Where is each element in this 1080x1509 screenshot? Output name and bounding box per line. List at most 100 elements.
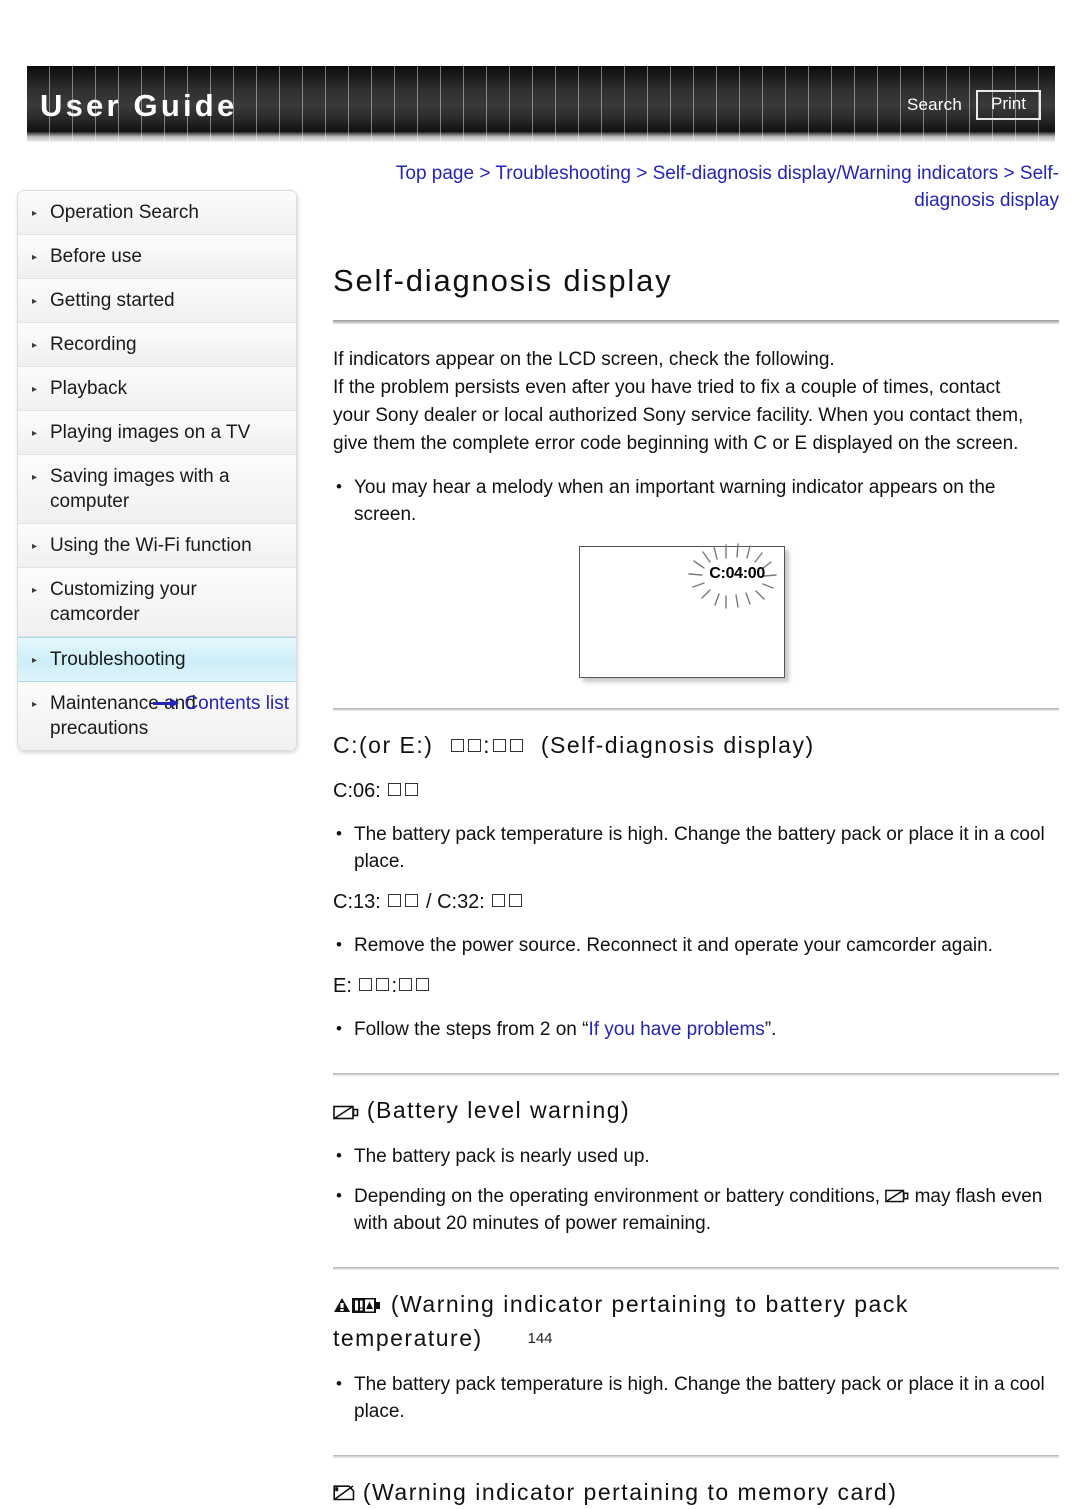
code-separator: / [425,890,432,913]
list-item: Follow the steps from 2 on “If you have … [333,1015,1059,1043]
box-glyph-icon [416,977,430,991]
sidebar-item-playing-images-on-a-tv[interactable]: Playing images on a TV [18,411,296,455]
chevron-right-icon [32,656,43,666]
chevron-right-icon [32,429,43,439]
intro-line: give them the complete error code beginn… [333,432,1019,454]
intro-line: If indicators appear on the LCD screen, … [333,348,835,370]
box-glyph-icon [388,893,402,907]
sidebar-item-label: Saving images with a computer [50,466,230,512]
box-glyph-icon [492,893,506,907]
box-glyph-icon [509,893,523,907]
title-divider [333,319,1059,324]
section-heading-memory-card-warning: (Warning indicator pertaining to memory … [333,1475,1059,1509]
sidebar-item-troubleshooting[interactable]: Troubleshooting [18,637,296,682]
box-glyph-icon [376,977,390,991]
list-item: Depending on the operating environment o… [333,1182,1059,1237]
chevron-right-icon [32,341,43,351]
arrow-right-icon [153,698,180,708]
blink-burst-icon [688,543,777,609]
contents-list-link[interactable]: Contents list [17,693,295,715]
list-item: The battery pack temperature is high. Ch… [333,820,1059,875]
box-glyph-icon [451,738,465,752]
chevron-right-icon [32,209,43,219]
sidebar-item-label: Getting started [50,290,175,311]
search-button[interactable]: Search [907,95,962,115]
section-divider [333,707,1059,711]
heading-suffix: (Self-diagnosis display) [540,731,815,758]
box-glyph-icon [359,977,373,991]
sidebar-item-playback[interactable]: Playback [18,367,296,411]
list-item: You may hear a melody when an important … [333,473,1059,528]
battery-level-bullet-list: The battery pack is nearly used up. Depe… [333,1142,1059,1237]
sidebar-item-getting-started[interactable]: Getting started [18,279,296,323]
app-title: User Guide [40,88,238,123]
section-heading-self-diagnosis: C:(or E:) : (Self-diagnosis display) [333,728,1059,762]
box-glyph-icon [493,738,507,752]
error-code-c06: C:06: [333,777,1059,805]
intro-line: your Sony dealer or local authorized Son… [333,404,1024,426]
sidebar-item-saving-images-with-a-computer[interactable]: Saving images with a computer [18,455,296,524]
battery-temperature-bullet-list: The battery pack temperature is high. Ch… [333,1370,1059,1425]
chevron-right-icon [32,385,43,395]
sidebar-item-operation-search[interactable]: Operation Search [18,191,296,235]
chevron-right-icon [32,297,43,307]
battery-empty-icon [885,1189,909,1203]
sidebar-item-using-the-wi-fi-function[interactable]: Using the Wi-Fi function [18,524,296,568]
section-divider [333,1072,1059,1076]
main-content: Top page > Troubleshooting > Self-diagno… [333,160,1059,1509]
chevron-right-icon [32,473,43,483]
intro-bullet-list: You may hear a melody when an important … [333,473,1059,528]
contents-list-label: Contents list [184,693,289,714]
sidebar-item-label: Playback [50,378,128,399]
sidebar-item-label: Using the Wi-Fi function [50,535,252,556]
chevron-right-icon [32,253,43,263]
list-item: The battery pack temperature is high. Ch… [333,1370,1059,1425]
lcd-screen-illustration: C:04:00 [579,543,785,678]
bullet-text-prefix: Follow the steps from 2 on “ [354,1018,589,1040]
sidebar-item-customizing-your-camcorder[interactable]: Customizing your camcorder [18,568,296,637]
box-glyph-icon [405,893,419,907]
print-button[interactable]: Print [976,90,1041,120]
memory-card-warning-icon [333,1485,355,1501]
bullet-text-suffix: ”. [764,1018,777,1040]
intro-paragraph: If indicators appear on the LCD screen, … [333,346,1059,458]
sidebar-item-before-use[interactable]: Before use [18,235,296,279]
sidebar-item-label: Before use [50,246,142,267]
warning-triangle-battery-icon [334,1297,380,1313]
if-you-have-problems-link[interactable]: If you have problems [588,1019,764,1040]
app-header-banner: User Guide Search Print [27,66,1055,142]
lcd-illustration-wrapper: C:04:00 [333,543,1059,678]
section-divider [333,1266,1059,1270]
lcd-error-code: C:04:00 [709,564,765,582]
page-title: Self-diagnosis display [333,263,673,298]
box-glyph-icon [405,782,419,796]
box-glyph-icon [399,977,413,991]
sidebar-item-label: Playing images on a TV [50,422,251,443]
heading-text: (Warning indicator pertaining to memory … [362,1478,898,1505]
code-text: C:06: [333,779,381,802]
sidebar-item-recording[interactable]: Recording [18,323,296,367]
breadcrumb[interactable]: Top page > Troubleshooting > Self-diagno… [333,160,1059,214]
intro-line: If the problem persists even after you h… [333,376,1001,398]
bullet-text-prefix: Depending on the operating environment o… [354,1185,881,1207]
chevron-right-icon [32,542,43,552]
code-text: E: [333,974,352,997]
header-actions: Search Print [907,90,1041,120]
heading-prefix: C:(or E:) [333,731,434,758]
list-item: Remove the power source. Reconnect it an… [333,931,1059,959]
sidebar-item-label: Troubleshooting [50,649,186,670]
box-glyph-icon [510,738,524,752]
c06-bullet-list: The battery pack temperature is high. Ch… [333,820,1059,875]
code-text: C:32: [437,890,485,913]
battery-empty-icon [333,1105,359,1120]
sidebar-item-label: Operation Search [50,202,199,223]
box-glyph-icon [468,738,482,752]
list-item: The battery pack is nearly used up. [333,1142,1059,1170]
page-number: 144 [527,1330,553,1347]
c13-c32-bullet-list: Remove the power source. Reconnect it an… [333,931,1059,959]
chevron-right-icon [32,586,43,596]
section-divider [333,1454,1059,1458]
error-code-e: E: : [333,972,1059,1000]
section-heading-battery-level-warning: (Battery level warning) [333,1093,1059,1127]
sidebar-item-label: Recording [50,334,137,355]
